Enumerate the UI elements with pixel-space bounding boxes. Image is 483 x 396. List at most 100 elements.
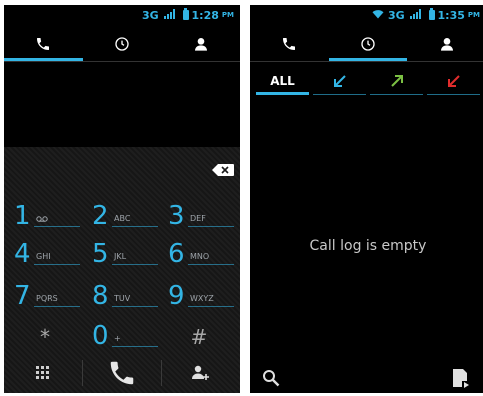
key-digit: 6 xyxy=(168,239,185,269)
phone-icon xyxy=(110,361,134,385)
status-clock: 1:35 PM xyxy=(428,8,480,22)
search-icon xyxy=(263,370,280,387)
key-underline xyxy=(112,346,158,347)
backspace-icon xyxy=(212,164,234,176)
key-underline xyxy=(34,306,80,307)
key-digit: 0 xyxy=(92,321,109,351)
clear-log-icon xyxy=(453,369,469,388)
clock-time: 1:35 xyxy=(437,8,465,22)
call-log-screen: 3G 1:35 PM ALL Call log is empty xyxy=(250,5,483,393)
battery-icon xyxy=(182,8,189,20)
key-star[interactable]: * xyxy=(20,325,70,349)
dialer-screen: 3G 1:28 PM 1 2 ABC 3 DEF 4 GHI 5 JKL 6 M… xyxy=(4,5,240,393)
key-underline xyxy=(188,226,234,227)
status-bar: 3G 1:28 PM xyxy=(4,5,240,25)
key-digit: 1 xyxy=(14,201,31,231)
key-3[interactable]: 3 DEF xyxy=(168,197,234,235)
wifi-icon xyxy=(372,9,384,18)
key-6[interactable]: 6 MNO xyxy=(168,235,234,273)
backspace-button[interactable] xyxy=(212,161,234,180)
add-contact-icon xyxy=(192,365,209,380)
key-digit: 3 xyxy=(168,201,185,231)
clock-time: 1:28 xyxy=(191,8,219,22)
tab-contacts[interactable] xyxy=(407,27,483,61)
missed-call-icon xyxy=(447,75,460,87)
tab-contacts[interactable] xyxy=(161,27,240,61)
key-underline xyxy=(34,264,80,265)
empty-call-log-message: Call log is empty xyxy=(309,238,427,254)
key-letters: DEF xyxy=(190,214,206,223)
network-indicator: 3G xyxy=(372,8,421,22)
filter-missed[interactable] xyxy=(425,67,482,95)
dialer-tabs xyxy=(4,27,240,61)
dialer-action-bar xyxy=(4,353,240,393)
tab-divider xyxy=(250,61,483,62)
call-log-action-bar xyxy=(250,361,483,393)
search-button[interactable] xyxy=(262,369,284,389)
signal-icon xyxy=(163,8,175,19)
incoming-call-icon xyxy=(333,75,346,87)
keypad: 1 2 ABC 3 DEF 4 GHI 5 JKL 6 MNO 7 PQRS 8… xyxy=(4,147,240,393)
key-8[interactable]: 8 TUV xyxy=(92,277,158,315)
network-indicator: 3G xyxy=(141,8,175,22)
key-letters: ABC xyxy=(114,214,131,223)
key-letters: GHI xyxy=(36,252,51,261)
dialpad-toggle-button[interactable] xyxy=(4,353,82,393)
key-digit: 9 xyxy=(168,281,185,311)
key-letters: PQRS xyxy=(36,294,58,303)
status-bar: 3G 1:35 PM xyxy=(250,5,483,25)
network-type: 3G xyxy=(387,8,405,22)
network-type: 3G xyxy=(141,8,159,22)
key-digit: 2 xyxy=(92,201,109,231)
tab-divider xyxy=(4,61,240,62)
tab-phone[interactable] xyxy=(250,27,329,61)
key-5[interactable]: 5 JKL xyxy=(92,235,158,273)
voicemail-icon xyxy=(36,216,48,222)
clock-ampm: PM xyxy=(221,11,234,19)
dialer-tabs xyxy=(250,27,483,61)
battery-icon xyxy=(428,8,435,20)
add-contact-button[interactable] xyxy=(162,353,240,393)
key-letters: TUV xyxy=(114,294,131,303)
filter-outgoing[interactable] xyxy=(368,67,425,95)
phone-icon xyxy=(283,38,296,50)
key-underline xyxy=(112,306,158,307)
contact-icon xyxy=(194,38,207,51)
key-digit: 5 xyxy=(92,239,109,269)
signal-icon xyxy=(409,8,421,19)
key-9[interactable]: 9 WXYZ xyxy=(168,277,234,315)
key-7[interactable]: 7 PQRS xyxy=(14,277,80,315)
key-1[interactable]: 1 xyxy=(14,197,80,235)
dialpad-icon xyxy=(36,366,49,379)
call-button[interactable] xyxy=(83,353,161,393)
digits-display[interactable] xyxy=(4,67,240,147)
clock-ampm: PM xyxy=(467,11,480,19)
filter-all[interactable]: ALL xyxy=(254,67,311,95)
filter-incoming[interactable] xyxy=(311,67,368,95)
key-digit: 4 xyxy=(14,239,31,269)
tab-phone[interactable] xyxy=(4,27,83,61)
clock-icon xyxy=(361,37,375,51)
outgoing-call-icon xyxy=(390,75,403,87)
tab-call-log[interactable] xyxy=(328,27,408,61)
clock-icon xyxy=(115,37,129,51)
menu-button[interactable] xyxy=(452,368,474,390)
key-underline xyxy=(112,264,158,265)
key-letters: JKL xyxy=(114,252,127,261)
key-0[interactable]: 0 + xyxy=(92,317,158,355)
key-letters: + xyxy=(114,334,121,343)
key-underline xyxy=(188,264,234,265)
key-letters: WXYZ xyxy=(190,294,214,303)
status-clock: 1:28 PM xyxy=(182,8,234,22)
key-2[interactable]: 2 ABC xyxy=(92,197,158,235)
key-underline xyxy=(188,306,234,307)
tab-call-log[interactable] xyxy=(83,27,162,61)
key-4[interactable]: 4 GHI xyxy=(14,235,80,273)
key-digit: 8 xyxy=(92,281,109,311)
key-underline xyxy=(112,226,158,227)
call-filter-tabs: ALL xyxy=(254,67,482,95)
key-hash[interactable]: # xyxy=(174,325,224,349)
key-underline xyxy=(34,226,80,227)
key-letters: MNO xyxy=(190,252,210,261)
filter-all-label: ALL xyxy=(270,74,295,88)
